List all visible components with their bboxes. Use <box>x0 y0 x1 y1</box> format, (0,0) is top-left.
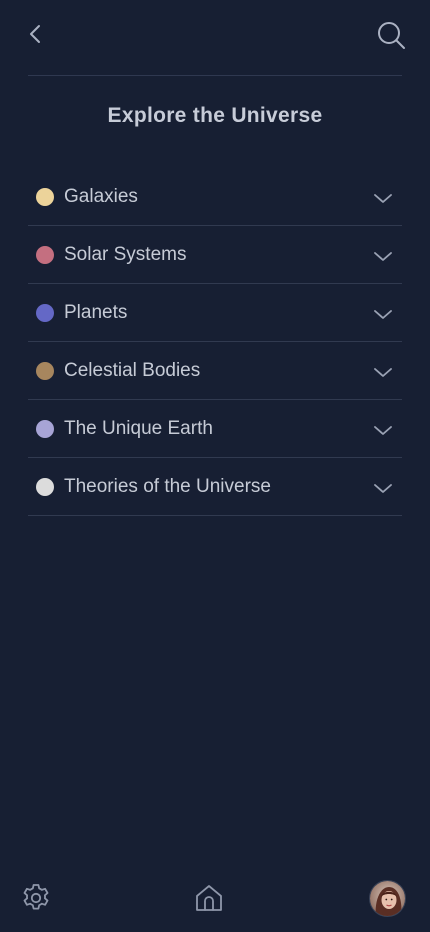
home-icon <box>196 885 222 911</box>
avatar-image <box>370 881 405 916</box>
category-label: Planets <box>64 302 128 323</box>
header-divider <box>28 75 402 76</box>
chevron-down-icon[interactable] <box>372 477 394 499</box>
chevron-down-icon[interactable] <box>372 245 394 267</box>
category-item-celestial-bodies[interactable]: Celestial Bodies <box>28 342 402 400</box>
category-label: Theories of the Universe <box>64 476 271 497</box>
category-item-theories[interactable]: Theories of the Universe <box>28 458 402 516</box>
search-button[interactable] <box>374 18 408 52</box>
category-label: Galaxies <box>64 186 138 207</box>
chevron-left-icon <box>30 25 40 43</box>
search-icon <box>378 22 405 49</box>
category-list: Galaxies Solar Systems Planets Celestial… <box>28 168 402 516</box>
home-button[interactable] <box>193 882 225 914</box>
category-item-unique-earth[interactable]: The Unique Earth <box>28 400 402 458</box>
bottom-nav <box>0 870 430 932</box>
page-title: Explore the Universe <box>107 104 323 127</box>
chevron-down-icon[interactable] <box>372 187 394 209</box>
category-label: Celestial Bodies <box>64 360 201 381</box>
chevron-down-icon[interactable] <box>372 419 394 441</box>
chevron-down-icon[interactable] <box>372 361 394 383</box>
category-color-dot <box>36 188 54 206</box>
top-bar <box>0 0 430 76</box>
user-avatar[interactable] <box>369 880 406 917</box>
category-label: The Unique Earth <box>64 418 213 439</box>
category-color-dot <box>36 478 54 496</box>
category-color-dot <box>36 420 54 438</box>
category-color-dot <box>36 304 54 322</box>
category-color-dot <box>36 246 54 264</box>
category-label: Solar Systems <box>64 244 187 265</box>
back-button[interactable] <box>22 20 50 48</box>
category-item-planets[interactable]: Planets <box>28 284 402 342</box>
gear-icon <box>23 884 49 910</box>
chevron-down-icon[interactable] <box>372 303 394 325</box>
category-item-solar-systems[interactable]: Solar Systems <box>28 226 402 284</box>
category-item-galaxies[interactable]: Galaxies <box>28 168 402 226</box>
settings-button[interactable] <box>20 882 52 914</box>
category-color-dot <box>36 362 54 380</box>
